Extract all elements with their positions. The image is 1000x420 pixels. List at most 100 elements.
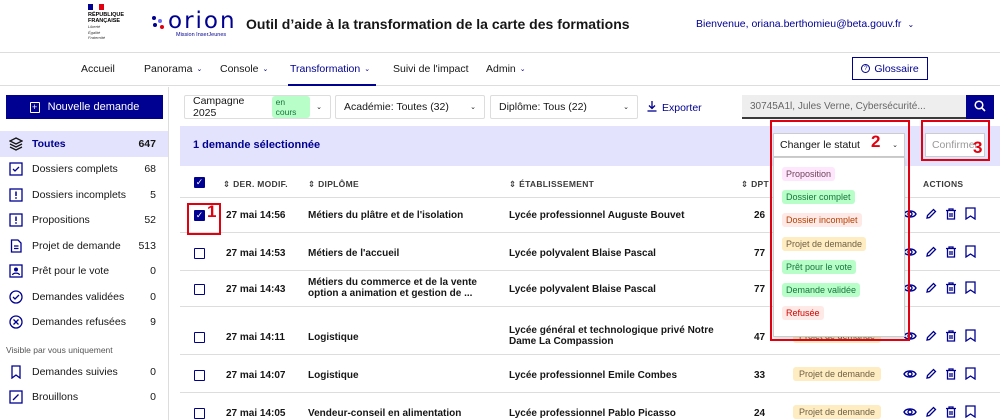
trash-icon[interactable] xyxy=(945,367,957,383)
pencil-icon[interactable] xyxy=(925,406,937,420)
checkbox-icon xyxy=(7,160,25,178)
download-icon xyxy=(647,101,657,115)
sidebar-item-label: Demandes suivies xyxy=(32,365,118,378)
table-row[interactable]: 27 mai 14:05 Vendeur-conseil en alimentat… xyxy=(180,396,1000,420)
campaign-select[interactable]: Campagne 2025 en cours ⌄ xyxy=(184,95,331,119)
sidebar: Toutes 647 Dossiers complets 68 Dossiers… xyxy=(0,131,168,410)
alert-square-icon xyxy=(7,186,25,204)
sidebar-item-label: Dossiers complets xyxy=(32,163,118,176)
bookmark-icon[interactable] xyxy=(965,405,976,420)
export-label: Exporter xyxy=(662,102,702,114)
academy-select[interactable]: Académie: Toutes (32) ⌄ xyxy=(335,95,485,119)
header-label: ÉTABLISSEMENT xyxy=(519,179,595,189)
sidebar-item-demandes-validees[interactable]: Demandes validées 0 xyxy=(0,284,168,310)
eye-icon[interactable] xyxy=(903,368,917,383)
eye-icon[interactable] xyxy=(903,406,917,420)
sidebar-item-count: 68 xyxy=(144,163,156,176)
flag-icon xyxy=(88,4,104,10)
bookmark-icon[interactable] xyxy=(965,329,976,345)
active-nav-indicator xyxy=(288,84,376,86)
annotation-box-2 xyxy=(770,120,910,341)
diploma-select[interactable]: Diplôme: Tous (22) ⌄ xyxy=(490,95,638,119)
new-request-button[interactable]: + Nouvelle demande xyxy=(6,95,163,119)
trash-icon[interactable] xyxy=(945,405,957,420)
logo-subtitle: Mission InserJeunes xyxy=(176,32,227,38)
nav-item-suivi-impact[interactable]: Suivi de l'impact xyxy=(393,63,469,75)
sidebar-item-label: Dossiers incomplets xyxy=(32,188,126,201)
pencil-icon[interactable] xyxy=(925,368,937,383)
row-checkbox[interactable] xyxy=(194,332,205,343)
sidebar-item-label: Demandes refusées xyxy=(32,316,126,329)
nav-item-transformation[interactable]: Transformation ⌄ xyxy=(290,63,370,75)
header-etablissement[interactable]: ⇕ ÉTABLISSEMENT xyxy=(509,179,594,190)
select-all-checkbox[interactable] xyxy=(194,177,205,188)
header-dpt[interactable]: ⇕ DPT xyxy=(741,179,769,190)
motto-line: Liberté xyxy=(88,24,101,29)
trash-icon[interactable] xyxy=(945,281,957,297)
glossary-button[interactable]: ? Glossaire xyxy=(852,57,928,80)
trash-icon[interactable] xyxy=(945,245,957,261)
bookmark-icon[interactable] xyxy=(965,207,976,223)
chevron-down-icon: ⌄ xyxy=(907,19,915,29)
sidebar-item-count: 5 xyxy=(150,188,156,201)
sidebar-item-demandes-suivies[interactable]: Demandes suivies 0 xyxy=(0,359,168,385)
pencil-icon[interactable] xyxy=(925,282,937,297)
trash-icon[interactable] xyxy=(945,207,957,223)
sidebar-item-pret-pour-le-vote[interactable]: Prêt pour le vote 0 xyxy=(0,259,168,285)
sidebar-item-demandes-refusees[interactable]: Demandes refusées 9 xyxy=(0,310,168,336)
row-checkbox[interactable] xyxy=(194,408,205,419)
row-dpt: 77 xyxy=(754,284,766,295)
search-input[interactable]: 30745A1l, Jules Verne, Cybersécurité... xyxy=(742,95,966,119)
row-actions xyxy=(903,329,976,345)
pencil-icon[interactable] xyxy=(925,208,937,223)
sidebar-item-projet-de-demande[interactable]: Projet de demande 513 xyxy=(0,233,168,259)
check-circle-icon xyxy=(7,288,25,306)
export-button[interactable]: Exporter xyxy=(647,101,702,115)
campaign-status-badge: en cours xyxy=(271,96,311,118)
sidebar-item-toutes[interactable]: Toutes 647 xyxy=(0,131,168,157)
sidebar-item-brouillons[interactable]: Brouillons 0 xyxy=(0,385,168,411)
nav-label: Panorama xyxy=(144,63,193,75)
private-caption: Visible par vous uniquement xyxy=(6,345,113,355)
header-der-modif[interactable]: ⇕ DER. MODIF. xyxy=(223,179,288,190)
sidebar-item-count: 513 xyxy=(138,239,156,252)
row-checkbox[interactable] xyxy=(194,284,205,295)
glossary-label: Glossaire xyxy=(874,62,919,75)
orion-logo[interactable]: orion Mission InserJeunes xyxy=(150,6,235,42)
bookmark-icon[interactable] xyxy=(965,245,976,261)
bookmark-icon xyxy=(7,363,25,381)
bookmark-icon[interactable] xyxy=(965,281,976,297)
nav-item-console[interactable]: Console ⌄ xyxy=(220,63,268,75)
sidebar-item-dossiers-complets[interactable]: Dossiers complets 68 xyxy=(0,157,168,183)
sidebar-item-dossiers-incomplets[interactable]: Dossiers incomplets 5 xyxy=(0,182,168,208)
sidebar-divider xyxy=(168,87,169,420)
header-label: DER. MODIF. xyxy=(233,179,288,189)
row-checkbox[interactable] xyxy=(194,248,205,259)
bookmark-icon[interactable] xyxy=(965,367,976,383)
header-label: DPT xyxy=(751,179,769,189)
nav-item-panorama[interactable]: Panorama ⌄ xyxy=(144,63,202,75)
row-diploma: Logistique xyxy=(308,370,359,381)
header-diplome[interactable]: ⇕ DIPLÔME xyxy=(308,179,359,190)
sidebar-item-label: Prêt pour le vote xyxy=(32,265,110,278)
search-button[interactable] xyxy=(966,95,994,119)
table-row[interactable]: 27 mai 14:07 Logistique Lycée professionne… xyxy=(180,358,1000,393)
row-checkbox[interactable] xyxy=(194,370,205,381)
user-menu[interactable]: Bienvenue, oriana.berthomieu@beta.gouv.f… xyxy=(696,18,914,30)
row-status-badge: Projet de demande xyxy=(793,405,882,419)
question-icon: ? xyxy=(861,64,871,73)
sidebar-item-propositions[interactable]: Propositions 52 xyxy=(0,208,168,234)
chevron-down-icon: ⌄ xyxy=(316,104,322,111)
pencil-icon[interactable] xyxy=(925,330,937,345)
row-diploma: Métiers de l'accueil xyxy=(308,248,400,259)
search-icon xyxy=(974,99,986,115)
nav-item-admin[interactable]: Admin ⌄ xyxy=(486,63,526,75)
row-date: 27 mai 14:43 xyxy=(226,284,286,295)
sidebar-item-label: Toutes xyxy=(32,137,66,150)
row-etablissement: Lycée polyvalent Blaise Pascal xyxy=(509,248,656,259)
row-etablissement: Lycée professionnel Auguste Bouvet xyxy=(509,210,685,221)
pencil-icon[interactable] xyxy=(925,246,937,261)
trash-icon[interactable] xyxy=(945,329,957,345)
sidebar-item-label: Demandes validées xyxy=(32,290,125,303)
nav-item-accueil[interactable]: Accueil xyxy=(81,63,115,75)
